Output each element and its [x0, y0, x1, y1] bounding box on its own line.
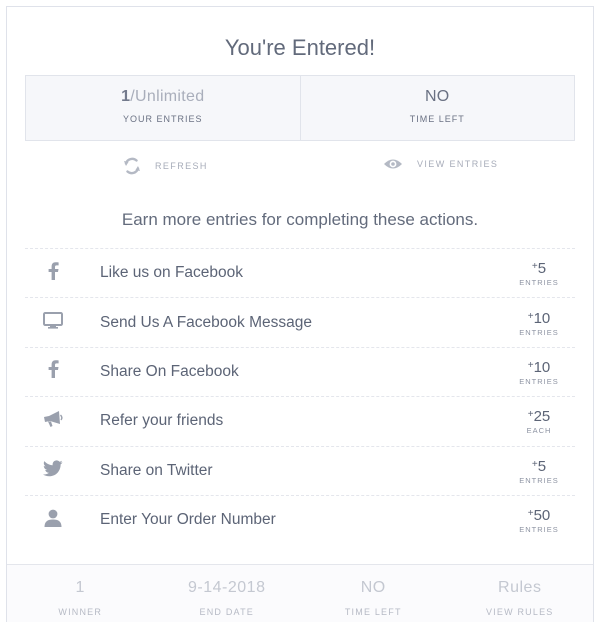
action-order-number[interactable]: Enter Your Order Number +50 ENTRIES: [25, 494, 575, 544]
page-title: You're Entered!: [224, 35, 376, 60]
points-value: 5: [537, 457, 547, 475]
time-left-stat: NO TIME LEFT: [300, 565, 447, 622]
eye-icon: [383, 157, 403, 171]
action-points: +5 ENTRIES: [509, 457, 569, 485]
points-value: 25: [533, 408, 551, 426]
megaphone-icon: [43, 410, 63, 433]
points-unit: ENTRIES: [519, 475, 559, 485]
your-entries-box: 1/Unlimited YOUR ENTRIES: [26, 76, 300, 140]
end-date-stat: 9-14-2018 END DATE: [154, 565, 301, 622]
points-value: 10: [533, 309, 551, 327]
twitter-icon: [42, 460, 63, 482]
action-label: Like us on Facebook: [100, 264, 244, 282]
action-label: Enter Your Order Number: [100, 511, 276, 529]
entry-stats: 1/Unlimited YOUR ENTRIES NO TIME LEFT: [25, 75, 575, 141]
contest-footer: 1 WINNER 9-14-2018 END DATE NO TIME LEFT…: [7, 564, 593, 622]
refresh-icon: [123, 157, 141, 175]
action-points: +10 ENTRIES: [509, 309, 569, 337]
points-value: 10: [533, 358, 551, 376]
view-entries-label: VIEW ENTRIES: [417, 159, 499, 169]
refresh-button[interactable]: REFRESH: [123, 157, 208, 175]
user-icon: [44, 509, 62, 532]
facebook-icon: [47, 360, 59, 383]
points-unit: ENTRIES: [519, 327, 559, 337]
rules-caption: VIEW RULES: [485, 607, 554, 617]
points-value: 50: [533, 507, 551, 525]
points-unit: ENTRIES: [519, 525, 559, 535]
points-unit: ENTRIES: [519, 376, 559, 386]
action-label: Refer your friends: [100, 412, 224, 430]
rules-value: Rules: [498, 579, 542, 596]
facebook-icon: [47, 261, 59, 285]
end-date-value: 9-14-2018: [188, 579, 266, 596]
action-list: Like us on Facebook +5 ENTRIES Send Us A…: [25, 248, 575, 544]
monitor-icon: [42, 311, 63, 334]
view-entries-button[interactable]: VIEW ENTRIES: [383, 157, 498, 171]
time-left-footer-value: NO: [360, 579, 386, 596]
action-label: Share On Facebook: [100, 362, 239, 380]
entry-widget: You're Entered! 1/Unlimited YOUR ENTRIES…: [6, 6, 594, 622]
entries-count: 1: [121, 88, 131, 105]
winner-stat: 1 WINNER: [7, 565, 154, 622]
action-points: +10 ENTRIES: [509, 358, 569, 386]
action-facebook-message[interactable]: Send Us A Facebook Message +10 ENTRIES: [25, 297, 575, 346]
your-entries-caption: YOUR ENTRIES: [122, 114, 203, 124]
action-label: Share on Twitter: [100, 461, 213, 479]
action-points: +25 EACH: [509, 407, 569, 435]
action-like-facebook[interactable]: Like us on Facebook +5 ENTRIES: [25, 248, 575, 297]
winner-value: 1: [75, 579, 85, 596]
action-label: Send Us A Facebook Message: [100, 313, 312, 331]
winner-caption: WINNER: [58, 607, 103, 617]
end-date-caption: END DATE: [199, 607, 254, 617]
action-points: +5 ENTRIES: [509, 259, 569, 287]
refresh-label: REFRESH: [155, 161, 208, 171]
time-left-caption: TIME LEFT: [409, 114, 465, 124]
action-share-facebook[interactable]: Share On Facebook +10 ENTRIES: [25, 346, 575, 396]
view-rules-link[interactable]: Rules VIEW RULES: [447, 565, 594, 622]
time-left-box: NO TIME LEFT: [299, 76, 575, 140]
action-share-twitter[interactable]: Share on Twitter +5 ENTRIES: [25, 445, 575, 495]
points-unit: EACH: [526, 426, 552, 436]
actions-heading: Earn more entries for completing these a…: [121, 210, 479, 229]
points-unit: ENTRIES: [519, 278, 559, 288]
entries-limit: Unlimited: [135, 88, 205, 105]
points-value: 5: [537, 260, 547, 278]
your-entries-value: 1/Unlimited: [26, 88, 300, 106]
action-points: +50 ENTRIES: [509, 506, 569, 534]
time-left-value: NO: [424, 88, 450, 105]
time-left-footer-caption: TIME LEFT: [344, 607, 402, 617]
action-refer-friends[interactable]: Refer your friends +25 EACH: [25, 396, 575, 445]
